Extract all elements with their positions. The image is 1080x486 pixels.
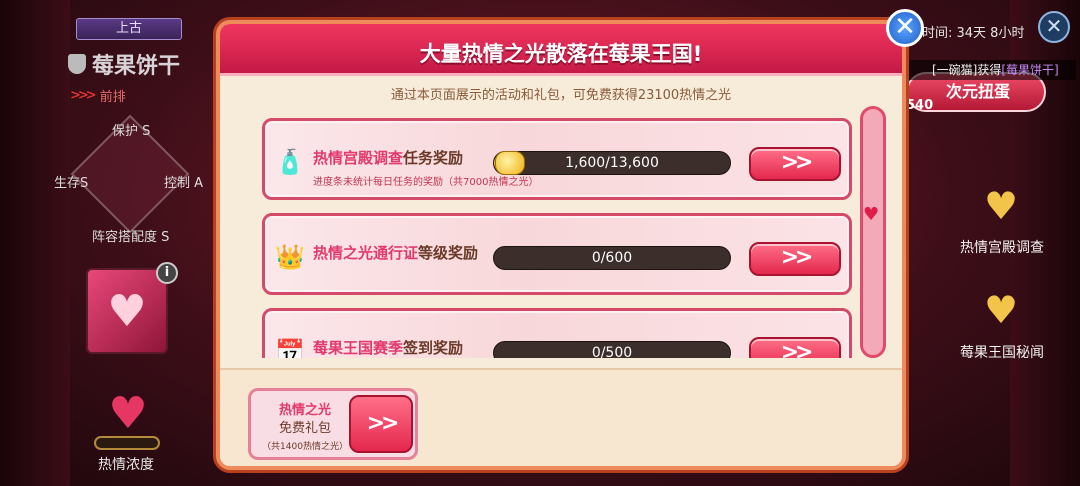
dialog-subtitle: 通过本页面展示的活动和礼包，可免费获得23100热情之光 (390, 88, 732, 103)
task-card: 📅 莓果王国赛季签到奖励 0/500 >> (262, 308, 852, 358)
progress-text: 0/600 (591, 250, 633, 266)
left-pillar (0, 0, 70, 486)
task-title-highlight: 热情之光通行证 (313, 244, 419, 262)
task-go-button[interactable]: >> (749, 337, 841, 358)
stat-team: 阵容搭配度 S (92, 230, 170, 245)
cookie-name-text: 莓果饼干 (92, 54, 181, 79)
event-dialog: 大量热情之光散落在莓果王国! 通过本页面展示的活动和礼包，可免费获得23100热… (216, 20, 906, 470)
dialog-title: 大量热情之光散落在莓果王国! (419, 42, 703, 66)
stat-survive: 生存S (54, 176, 89, 191)
palace-icon[interactable]: ♥ (966, 176, 1036, 236)
position-row: >>> 前排 (70, 86, 126, 105)
info-icon[interactable]: i (156, 262, 178, 284)
task-card: 👑 热情之光通行证等级奖励 0/600 >> (262, 213, 852, 295)
gift-subtitle: 免费礼包 (278, 421, 331, 436)
position-text: 前排 (99, 90, 126, 105)
triple-arrow-icon: >>> (70, 88, 97, 103)
task-title-rest: 签到奖励 (403, 339, 464, 357)
task-title: 热情宫殿调查任务奖励 (313, 147, 463, 168)
stat-control: 控制 A (164, 176, 204, 191)
task-title: 莓果王国赛季签到奖励 (313, 337, 463, 358)
event-timer: 时间: 34天 8小时 (922, 26, 1025, 41)
gift-go-button[interactable]: >> (349, 395, 413, 453)
calendar-icon: 📅 (275, 338, 305, 358)
heart-gauge-icon[interactable]: ♥ (98, 385, 158, 441)
progress-text: 1,600/13,600 (565, 155, 659, 171)
task-progress-bar: 1,600/13,600 (493, 151, 731, 175)
task-go-button[interactable]: >> (749, 147, 841, 181)
task-title-rest: 任务奖励 (403, 149, 464, 167)
scroll-heart-icon[interactable]: ♥ (863, 204, 879, 225)
stat-protect: 保护 S (112, 124, 151, 139)
task-title-rest: 等级奖励 (418, 244, 479, 262)
task-title-highlight: 热情宫殿调查 (313, 149, 404, 167)
crown-icon: 👑 (275, 243, 305, 271)
gacha-count: 540 (906, 98, 934, 113)
side-item-secrets[interactable]: 莓果王国秘闻 (960, 342, 1044, 362)
ticker-link: [莓果饼干] (1001, 63, 1059, 77)
task-title: 热情之光通行证等级奖励 (313, 242, 478, 263)
task-note: 进度条未统计每日任务的奖励（共7000热情之光） (313, 177, 539, 188)
side-item-palace[interactable]: 热情宫殿调查 (960, 237, 1044, 257)
close-icon-secondary[interactable]: ✕ (1038, 11, 1070, 43)
task-title-highlight: 莓果王国赛季 (313, 339, 404, 357)
cookie-name: 莓果饼干 (68, 48, 180, 80)
progress-text: 0/500 (591, 345, 633, 358)
cookie-portrait[interactable]: ♥ (86, 268, 168, 354)
gift-area: 热情之光 免费礼包 （共1400热情之光） >> (220, 368, 902, 466)
ticker-prefix: [一碗猫]获得 (932, 63, 1002, 77)
task-go-button[interactable]: >> (749, 242, 841, 276)
dialog-header: 大量热情之光散落在莓果王国! (220, 24, 902, 76)
scrollbar[interactable] (860, 106, 886, 358)
free-gift-card: 热情之光 免费礼包 （共1400热情之光） >> (248, 388, 418, 460)
task-list[interactable]: 🧴 热情宫殿调查任务奖励 进度条未统计每日任务的奖励（共7000热情之光） 1,… (258, 106, 858, 358)
close-icon[interactable]: ✕ (886, 9, 924, 47)
task-progress-bar: 0/500 (493, 341, 731, 358)
reward-ticker: [一碗猫]获得[莓果饼干] (906, 60, 1076, 80)
heart-gauge-bar (94, 436, 160, 450)
shield-icon (68, 54, 86, 74)
gift-note: （共1400热情之光） (262, 442, 348, 452)
book-icon[interactable]: ♥ (966, 280, 1036, 340)
heart-gauge-label: 热情浓度 (98, 457, 154, 473)
perfume-bottle-icon: 🧴 (275, 148, 305, 176)
task-card: 🧴 热情宫殿调查任务奖励 进度条未统计每日任务的奖励（共7000热情之光） 1,… (262, 118, 852, 200)
task-progress-bar: 0/600 (493, 246, 731, 270)
gift-title: 热情之光 (278, 403, 331, 418)
coin-icon (495, 151, 525, 175)
era-tab[interactable]: 上古 (76, 18, 182, 40)
gacha-label: 次元扭蛋 (946, 82, 1011, 101)
